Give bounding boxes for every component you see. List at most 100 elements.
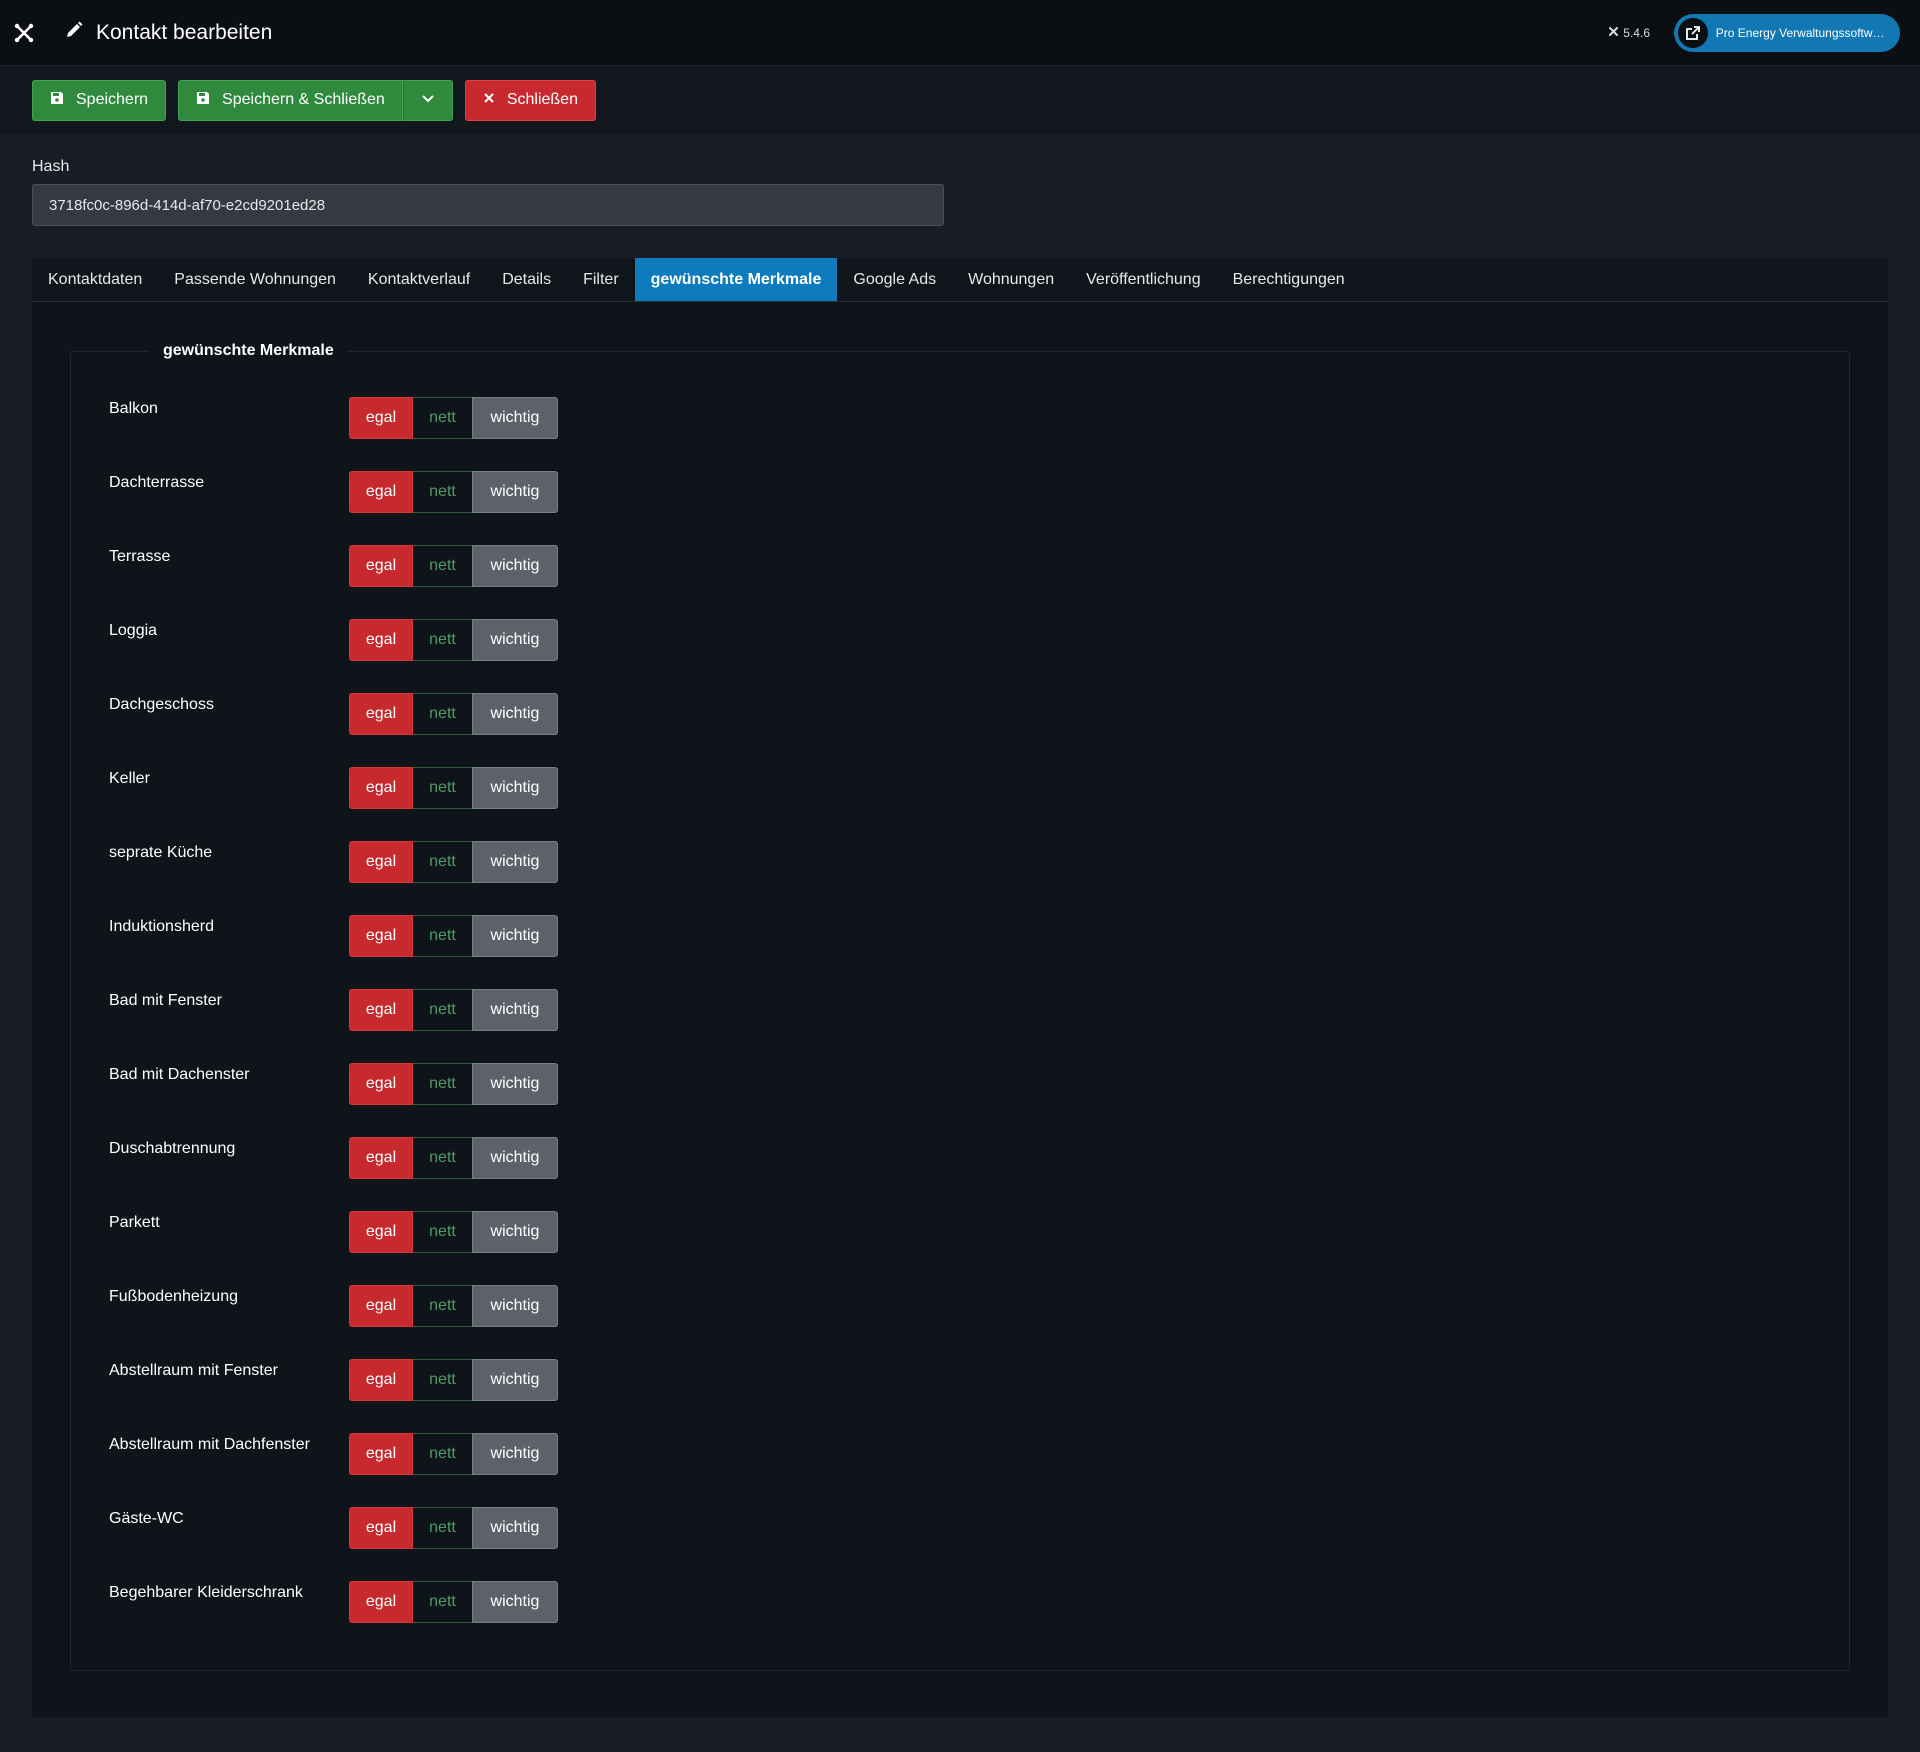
tab-berechtigungen[interactable]: Berechtigungen [1217,258,1361,301]
option-wichtig-button[interactable]: wichtig [472,1359,558,1401]
option-nett-button[interactable]: nett [413,1137,472,1179]
save-button[interactable]: Speichern [32,79,167,121]
option-egal-button[interactable]: egal [349,693,413,735]
option-nett-button[interactable]: nett [413,1211,472,1253]
option-nett-button[interactable]: nett [413,1433,472,1475]
option-nett-button[interactable]: nett [413,989,472,1031]
feature-row: Dachgeschoss egal nett wichtig [109,684,1811,758]
option-egal-button[interactable]: egal [349,915,413,957]
hash-label: Hash [32,158,70,175]
close-button[interactable]: Schließen [464,79,596,121]
option-wichtig-button[interactable]: wichtig [472,545,558,587]
option-egal-button[interactable]: egal [349,841,413,883]
option-nett-button[interactable]: nett [413,1285,472,1327]
feature-row: Abstellraum mit Fenster egal nett wichtig [109,1350,1811,1424]
tab-kontaktdaten[interactable]: Kontaktdaten [32,258,158,301]
tab-details[interactable]: Details [486,258,567,301]
feature-label: Duschabtrennung [109,1140,236,1157]
option-nett-button[interactable]: nett [413,397,472,439]
external-link-icon [1678,17,1708,48]
feature-label: Fußbodenheizung [109,1288,238,1305]
option-nett-button[interactable]: nett [413,1063,472,1105]
feature-row: Gäste-WC egal nett wichtig [109,1498,1811,1572]
option-nett-button[interactable]: nett [413,1359,472,1401]
option-wichtig-button[interactable]: wichtig [472,1137,558,1179]
chevron-down-icon [421,91,435,109]
feature-row: Dachterrasse egal nett wichtig [109,462,1811,536]
feature-label: Keller [109,770,150,787]
option-egal-button[interactable]: egal [349,1581,413,1623]
feature-row: Keller egal nett wichtig [109,758,1811,832]
feature-row: Parkett egal nett wichtig [109,1202,1811,1276]
option-wichtig-button[interactable]: wichtig [472,1507,558,1549]
feature-label: Dachgeschoss [109,696,214,713]
option-wichtig-button[interactable]: wichtig [472,1433,558,1475]
option-egal-button[interactable]: egal [349,1433,413,1475]
option-egal-button[interactable]: egal [349,1137,413,1179]
option-wichtig-button[interactable]: wichtig [472,989,558,1031]
option-nett-button[interactable]: nett [413,841,472,883]
option-egal-button[interactable]: egal [349,397,413,439]
option-wichtig-button[interactable]: wichtig [472,1581,558,1623]
feature-label: seprate Küche [109,844,213,861]
tab-google-ads[interactable]: Google Ads [837,258,952,301]
option-egal-button[interactable]: egal [349,1063,413,1105]
option-wichtig-button[interactable]: wichtig [472,471,558,513]
option-wichtig-button[interactable]: wichtig [472,619,558,661]
preference-toggle-group: egal nett wichtig [349,619,558,661]
option-egal-button[interactable]: egal [349,1285,413,1327]
option-egal-button[interactable]: egal [349,1211,413,1253]
tab-gewuenschte-merkmale[interactable]: gewünschte Merkmale [634,258,838,301]
option-wichtig-button[interactable]: wichtig [472,915,558,957]
option-nett-button[interactable]: nett [413,915,472,957]
tab-veroeffentlichung[interactable]: Veröffentlichung [1070,258,1216,301]
option-nett-button[interactable]: nett [413,619,472,661]
joomla-logo-icon[interactable] [12,21,36,45]
option-egal-button[interactable]: egal [349,989,413,1031]
option-wichtig-button[interactable]: wichtig [472,693,558,735]
feature-label: Loggia [109,622,158,639]
option-nett-button[interactable]: nett [413,1507,472,1549]
preference-toggle-group: egal nett wichtig [349,915,558,957]
option-egal-button[interactable]: egal [349,545,413,587]
feature-row: Terrasse egal nett wichtig [109,536,1811,610]
option-wichtig-button[interactable]: wichtig [472,1063,558,1105]
main-content: Hash Kontaktdaten Passende Wohnungen Kon… [0,134,1920,1741]
option-egal-button[interactable]: egal [349,1507,413,1549]
feature-row: Duschabtrennung egal nett wichtig [109,1128,1811,1202]
tab-passende-wohnungen[interactable]: Passende Wohnungen [158,258,352,301]
option-nett-button[interactable]: nett [413,693,472,735]
option-egal-button[interactable]: egal [349,767,413,809]
preference-toggle-group: egal nett wichtig [349,1433,558,1475]
tab-kontaktverlauf[interactable]: Kontaktverlauf [352,258,486,301]
option-nett-button[interactable]: nett [413,767,472,809]
option-nett-button[interactable]: nett [413,545,472,587]
option-wichtig-button[interactable]: wichtig [472,841,558,883]
preference-toggle-group: egal nett wichtig [349,989,558,1031]
app-header: Kontakt bearbeiten 5.4.6 Pro Energy Verw… [0,0,1920,66]
feature-row: Fußbodenheizung egal nett wichtig [109,1276,1811,1350]
hash-input[interactable] [32,184,944,226]
preference-toggle-group: egal nett wichtig [349,1359,558,1401]
site-link-button[interactable]: Pro Energy Verwaltungssoftwa... [1674,13,1900,52]
tab-filter[interactable]: Filter [567,258,635,301]
feature-row: Induktionsherd egal nett wichtig [109,906,1811,980]
preference-toggle-group: egal nett wichtig [349,471,558,513]
save-close-button[interactable]: Speichern & Schließen [178,79,403,121]
version-text: 5.4.6 [1623,25,1650,40]
preference-toggle-group: egal nett wichtig [349,767,558,809]
tab-wohnungen[interactable]: Wohnungen [952,258,1070,301]
option-nett-button[interactable]: nett [413,1581,472,1623]
save-dropdown-toggle[interactable] [402,79,453,121]
option-wichtig-button[interactable]: wichtig [472,1211,558,1253]
option-wichtig-button[interactable]: wichtig [472,1285,558,1327]
option-egal-button[interactable]: egal [349,619,413,661]
feature-label: Bad mit Fenster [109,992,222,1009]
option-egal-button[interactable]: egal [349,471,413,513]
feature-row: Bad mit Dachenster egal nett wichtig [109,1054,1811,1128]
option-egal-button[interactable]: egal [349,1359,413,1401]
option-wichtig-button[interactable]: wichtig [472,397,558,439]
fieldset-legend: gewünschte Merkmale [163,342,334,359]
option-wichtig-button[interactable]: wichtig [472,767,558,809]
option-nett-button[interactable]: nett [413,471,472,513]
